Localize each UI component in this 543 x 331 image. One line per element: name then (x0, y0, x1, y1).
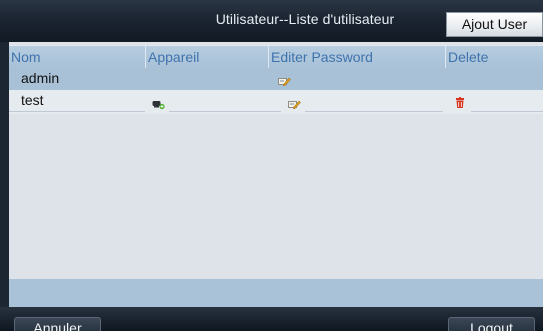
cancel-button[interactable]: Annuler (14, 317, 101, 331)
row-divider (305, 111, 443, 112)
title-bar: Utilisateur--Liste d'utilisateur Ajout U… (0, 0, 543, 42)
logout-button[interactable]: Logout (448, 317, 535, 331)
device-permission-icon[interactable] (152, 97, 165, 110)
user-name: admin (21, 70, 60, 86)
table-header: Nom Appareil Editer Password Delete (9, 45, 543, 69)
column-header-device[interactable]: Appareil (145, 46, 268, 69)
column-header-edit-password[interactable]: Editer Password (268, 46, 445, 69)
table-row[interactable]: test (9, 90, 543, 114)
row-divider (9, 111, 145, 112)
column-header-delete[interactable]: Delete (445, 46, 543, 69)
table-row[interactable]: admin (9, 68, 543, 90)
row-divider (169, 111, 281, 112)
trash-icon[interactable] (454, 96, 466, 108)
column-header-name[interactable]: Nom (9, 46, 145, 69)
user-table: Nom Appareil Editer Password Delete admi… (9, 42, 543, 307)
row-divider (471, 111, 543, 112)
window-title: Utilisateur--Liste d'utilisateur (215, 11, 395, 27)
user-list-window: Utilisateur--Liste d'utilisateur Ajout U… (0, 0, 543, 331)
bottom-bar: Annuler Logout (0, 307, 543, 331)
edit-password-icon[interactable] (288, 97, 301, 110)
edit-password-icon[interactable] (278, 74, 291, 87)
add-user-button[interactable]: Ajout User (446, 12, 543, 37)
user-name: test (21, 92, 44, 108)
table-footer (9, 279, 543, 307)
